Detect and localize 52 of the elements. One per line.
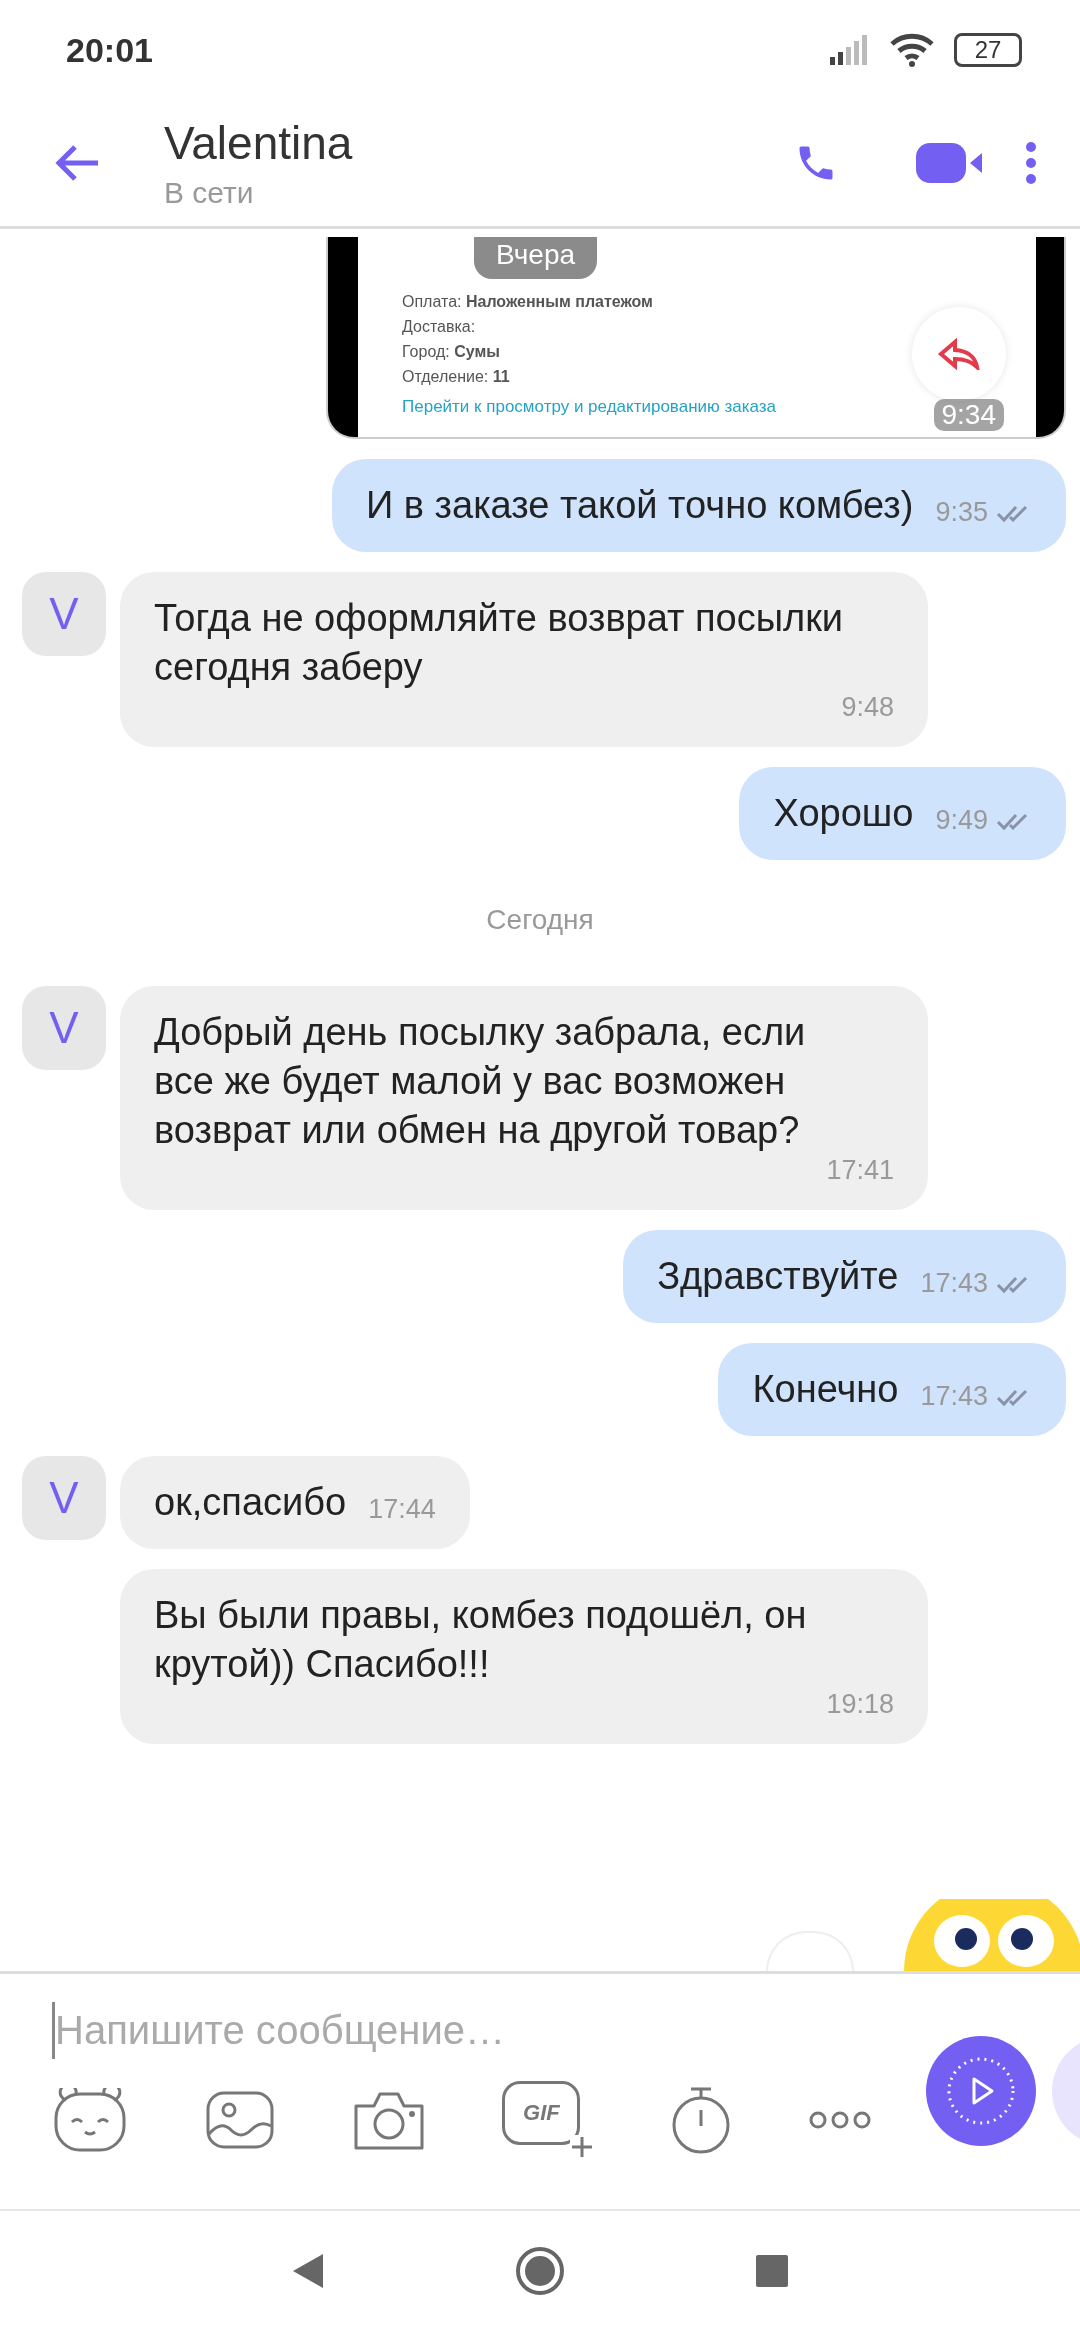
back-arrow-icon[interactable] (54, 144, 100, 182)
signal-icon (830, 35, 870, 65)
date-separator: Сегодня (486, 904, 594, 936)
more-icon[interactable] (808, 2110, 872, 2130)
message-time: 19:18 (826, 1689, 894, 1720)
message-bubble[interactable]: ок,спасибо 17:44 (120, 1456, 470, 1549)
battery-level: 27 (974, 36, 1002, 64)
message-time: 9:49 (935, 805, 988, 836)
message-bubble[interactable]: Тогда не оформляйте возврат посылки сегодня заберу 9:48 (120, 572, 928, 747)
sticker-bear-icon[interactable] (52, 2088, 128, 2152)
forward-arrow-icon (937, 338, 981, 370)
play-icon (946, 2056, 1016, 2126)
message-text: Добрый день посылку забрала, если все же будет малой у вас возможен возврат или обмен на другой товар? (154, 1010, 807, 1153)
contact-avatar[interactable]: V (22, 1456, 106, 1540)
message-time: 17:41 (826, 1155, 894, 1186)
order-detail-line: Доставка: (402, 317, 476, 337)
wifi-icon (890, 33, 934, 67)
date-chip: Вчера (474, 237, 598, 279)
more-options-icon[interactable] (1024, 141, 1038, 185)
message-input[interactable]: Напишите сообщение… (52, 2002, 855, 2059)
message-time: 17:43 (920, 1268, 988, 1299)
message-text: И в заказе такой точно комбез) (365, 483, 914, 528)
message-text: Вы были правы, комбез подошёл, он крутой)) Спасибо!!! (154, 1593, 808, 1687)
contact-avatar[interactable]: V (22, 572, 106, 656)
message-time: 9:35 (935, 497, 988, 528)
message-bubble[interactable]: Добрый день посылку забрала, если все же будет малой у вас возможен возврат или обмен на другой товар? 17:41 (120, 986, 928, 1210)
nav-home-icon[interactable] (515, 2245, 565, 2296)
message-time: 17:43 (920, 1381, 988, 1412)
gallery-icon[interactable] (204, 2090, 275, 2150)
message-bubble[interactable]: И в заказе такой точно комбез) 9:35 (331, 459, 1066, 552)
message-bubble[interactable]: Здравствуйте 17:43 (623, 1230, 1066, 1323)
message-bubble[interactable]: Конечно 17:43 (718, 1343, 1066, 1436)
online-status: В сети (164, 176, 255, 210)
message-text: Здравствуйте (657, 1254, 899, 1299)
order-detail-line: Отделение: 11 (402, 367, 510, 387)
message-text: Конечно (752, 1367, 899, 1412)
message-text: ок,спасибо (154, 1480, 347, 1525)
timer-icon[interactable] (671, 2086, 732, 2154)
message-time: 9:48 (841, 692, 894, 723)
message-bubble[interactable]: Вы были правы, комбез подошёл, он крутой)) Спасибо!!! 19:18 (120, 1569, 928, 1744)
message-text: Тогда не оформляйте возврат посылки сегодня заберу (154, 596, 844, 690)
message-time: 9:34 (933, 399, 1004, 431)
contact-name: Valentina (164, 116, 354, 170)
message-bubble[interactable]: Хорошо 9:49 (739, 767, 1066, 860)
order-detail-line: Город: Сумы (402, 342, 500, 362)
nav-back-icon[interactable] (291, 2251, 325, 2290)
order-detail-line: Оплата: Наложенным платежом (402, 292, 653, 312)
message-text: Хорошо (773, 791, 914, 836)
contact-avatar[interactable]: V (22, 986, 106, 1070)
message-time: 17:44 (368, 1494, 436, 1525)
status-time: 20:01 (66, 30, 153, 70)
nav-recents-icon[interactable] (755, 2253, 789, 2288)
